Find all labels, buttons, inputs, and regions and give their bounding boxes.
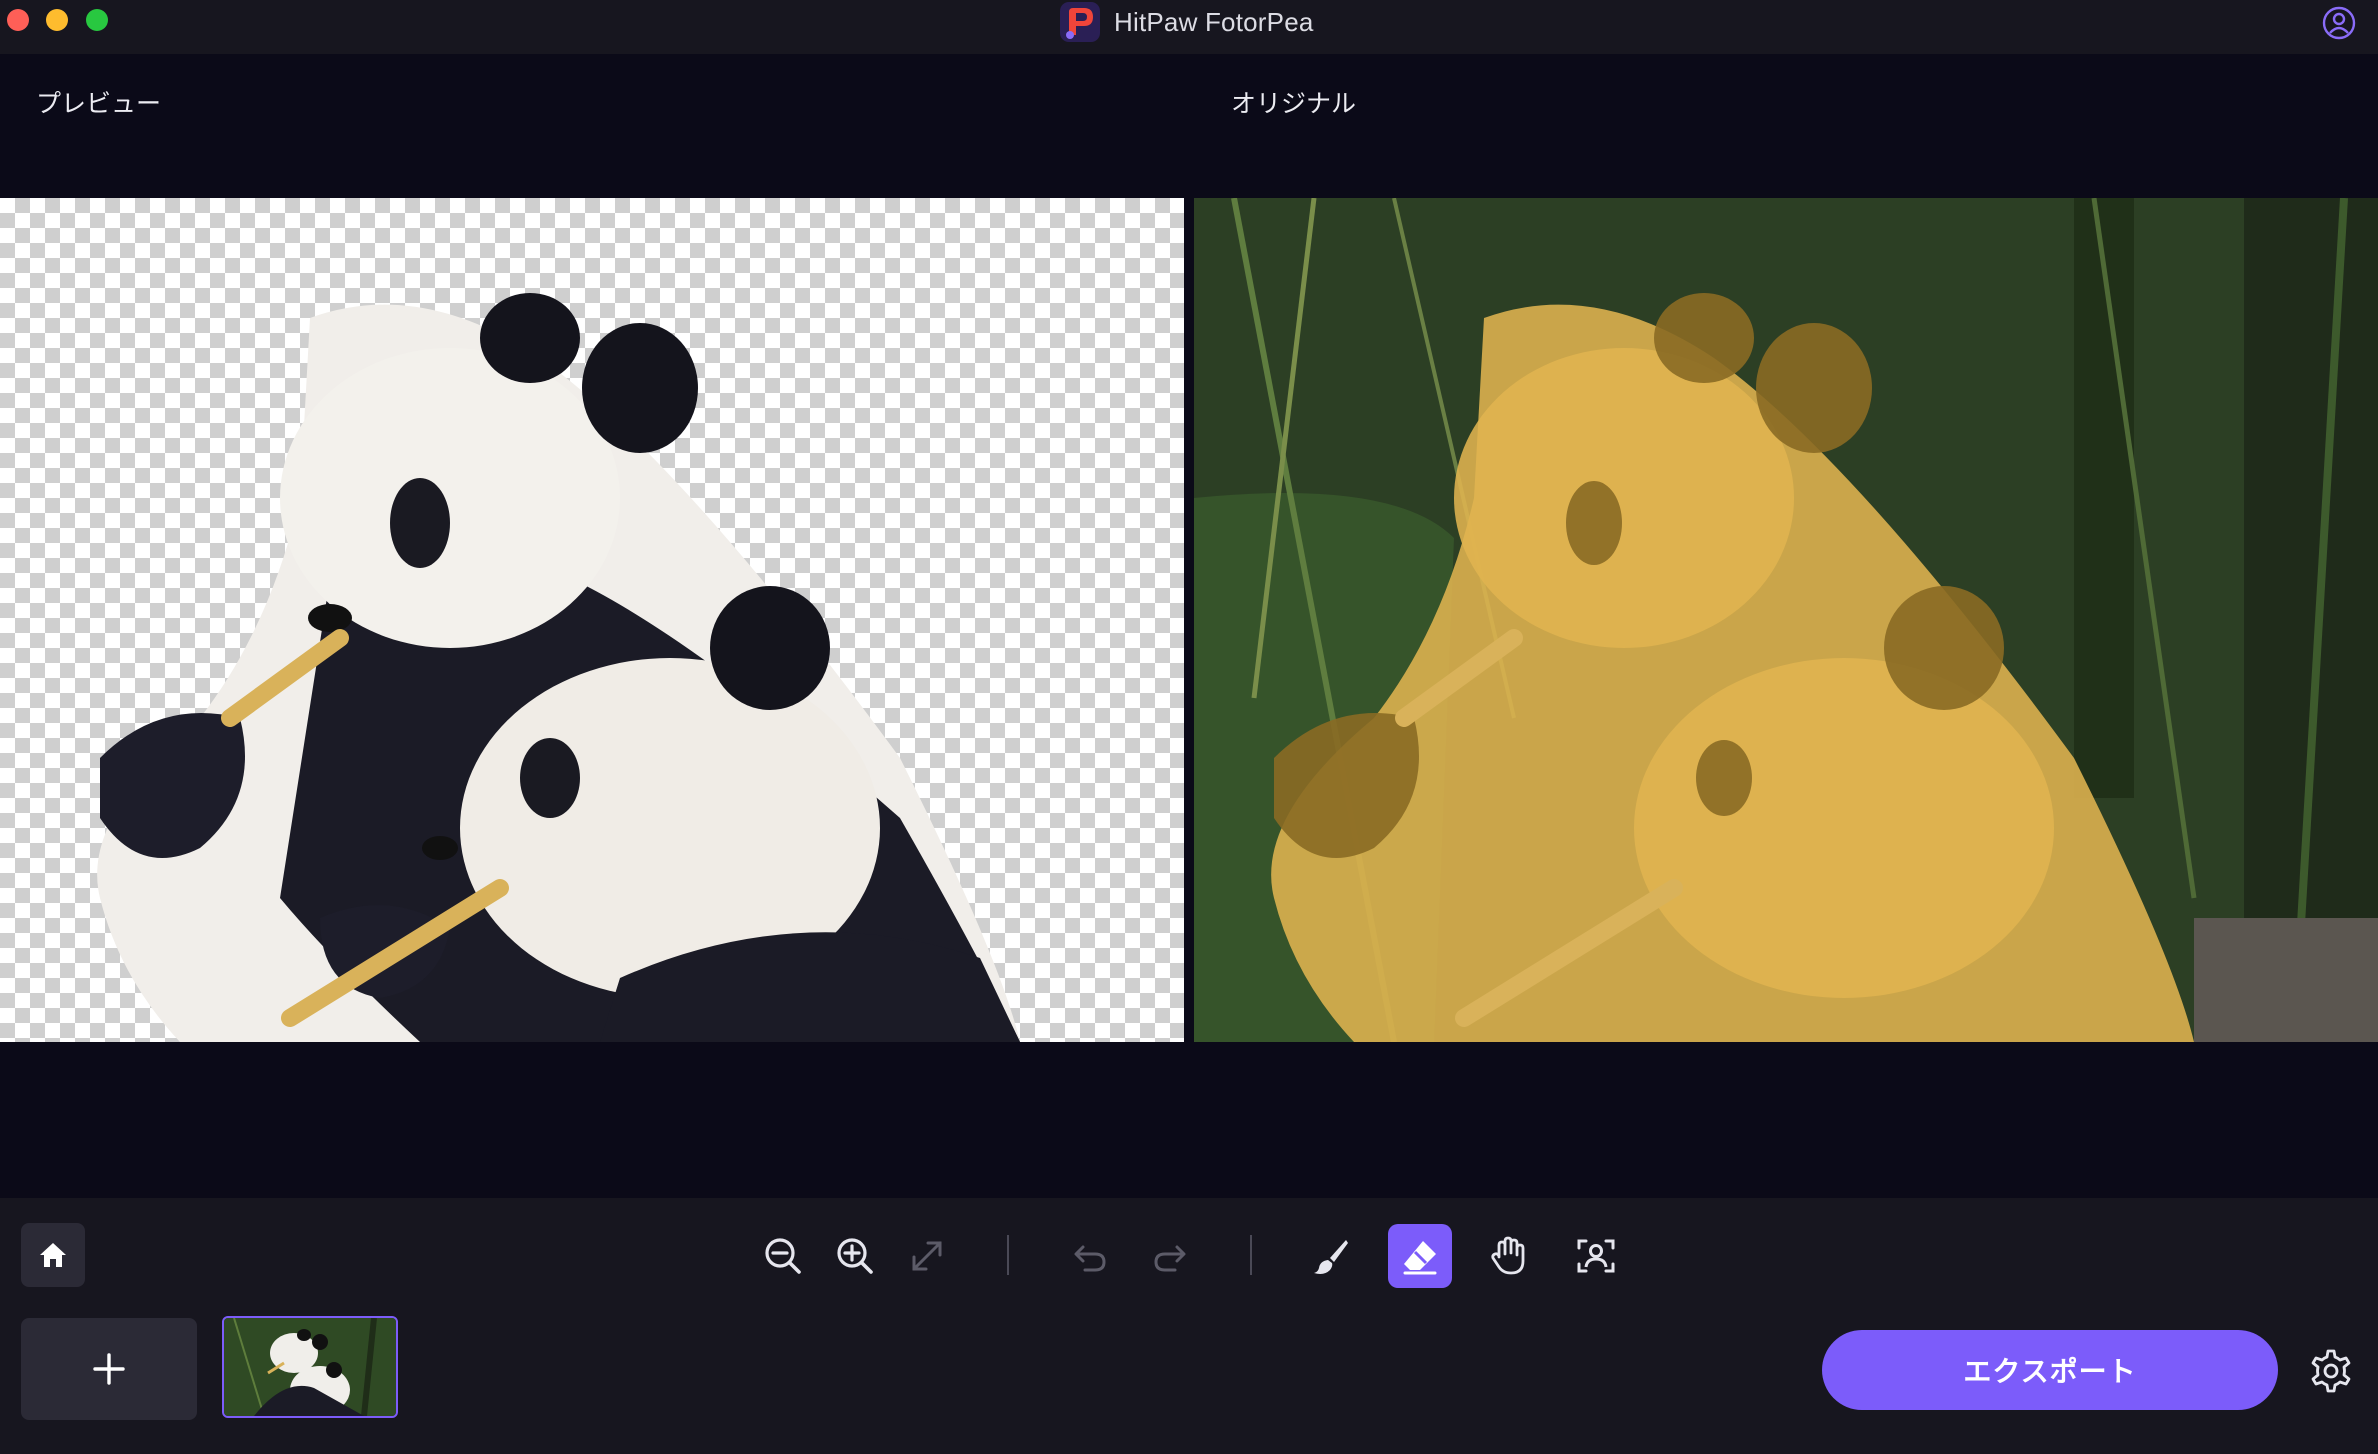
- pan-hand-button[interactable]: [1480, 1228, 1536, 1284]
- minimize-window-button[interactable]: [46, 9, 68, 31]
- plus-icon: [93, 1353, 125, 1385]
- subject-select-button[interactable]: [1568, 1228, 1624, 1284]
- subject-select-icon: [1577, 1239, 1615, 1273]
- user-account-icon[interactable]: [2322, 6, 2356, 40]
- preview-label: プレビュー: [36, 90, 162, 118]
- gear-icon[interactable]: [2308, 1348, 2354, 1394]
- redo-button[interactable]: [1142, 1228, 1198, 1284]
- thumbnail-pandas-image: [224, 1318, 396, 1416]
- toolbar-divider: [1250, 1235, 1252, 1275]
- export-button[interactable]: エクスポート: [1822, 1330, 2278, 1410]
- title-bar: HitPaw FotorPea: [0, 0, 2378, 54]
- preview-canvas[interactable]: [0, 198, 1184, 1042]
- fit-screen-icon: [912, 1241, 942, 1271]
- eraser-button[interactable]: [1388, 1224, 1452, 1288]
- hand-pan-icon: [1491, 1236, 1525, 1275]
- fit-screen-button[interactable]: [899, 1228, 955, 1284]
- brush-button[interactable]: [1303, 1228, 1359, 1284]
- app-title-group: HitPaw FotorPea: [1060, 0, 1314, 44]
- app-title: HitPaw FotorPea: [1114, 6, 1314, 37]
- eraser-icon: [1403, 1241, 1437, 1275]
- zoom-in-icon: [837, 1238, 873, 1274]
- add-image-button[interactable]: [21, 1318, 197, 1420]
- hitpaw-logo-icon: [1060, 2, 1100, 42]
- close-window-button[interactable]: [7, 9, 29, 31]
- toolbar-divider: [1007, 1235, 1009, 1275]
- bottom-toolbar: エクスポート: [0, 1198, 2378, 1454]
- zoom-in-button[interactable]: [827, 1228, 883, 1284]
- undo-icon: [1074, 1245, 1106, 1272]
- original-canvas[interactable]: [1194, 198, 2378, 1042]
- undo-button[interactable]: [1062, 1228, 1118, 1284]
- zoom-out-icon: [765, 1238, 801, 1274]
- editor-workspace: プレビュー オリジナル: [0, 54, 2378, 1198]
- original-pandas-image: [1194, 198, 2378, 1042]
- cutout-pandas-image: [97, 293, 1020, 1042]
- brush-icon: [1314, 1240, 1348, 1274]
- maximize-window-button[interactable]: [86, 9, 108, 31]
- zoom-out-button[interactable]: [755, 1228, 811, 1284]
- home-icon: [40, 1243, 66, 1267]
- original-label: オリジナル: [1231, 90, 1357, 118]
- image-thumbnail[interactable]: [222, 1316, 398, 1418]
- home-button[interactable]: [21, 1223, 85, 1287]
- redo-icon: [1154, 1245, 1186, 1272]
